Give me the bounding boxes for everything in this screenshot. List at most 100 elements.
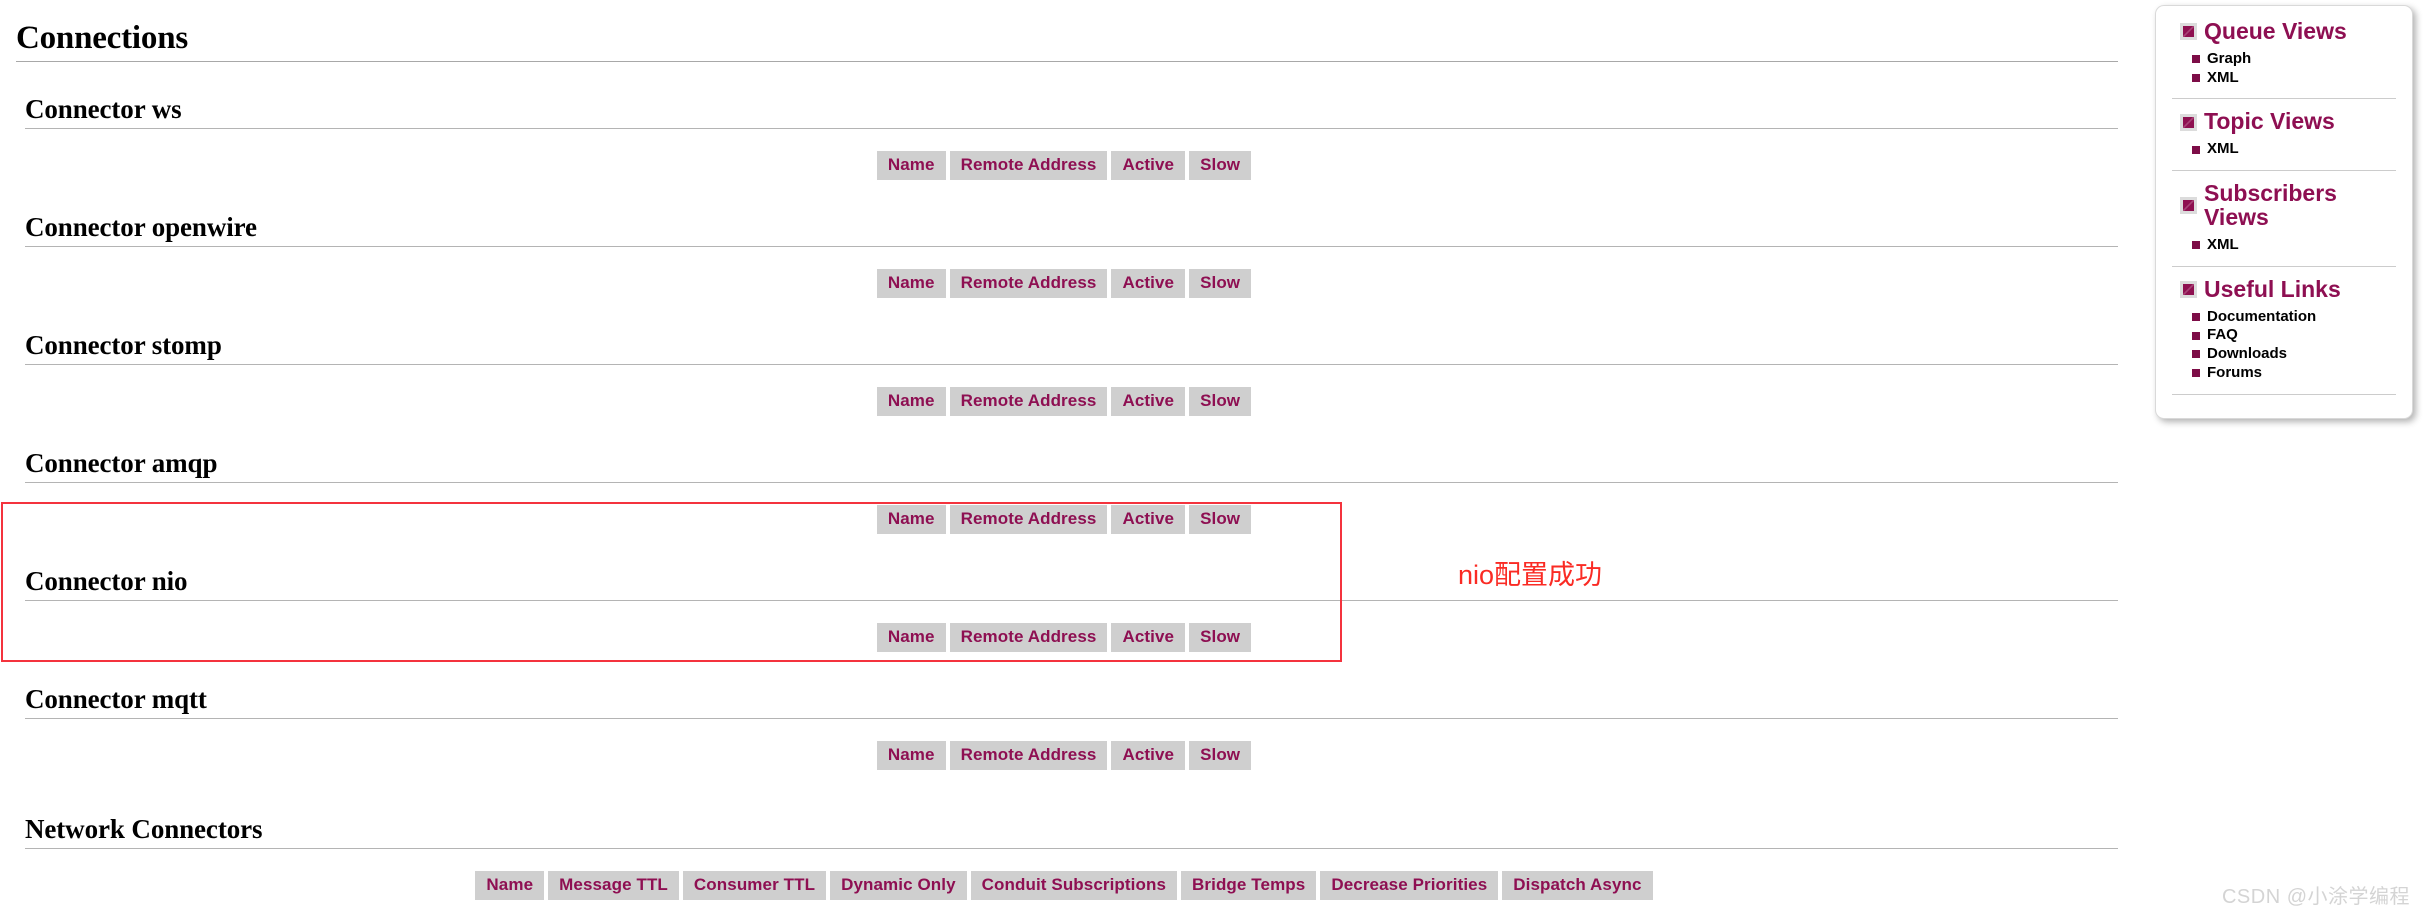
column-header-slow[interactable]: Slow <box>1189 151 1252 180</box>
sidebar-section-topic-views: Topic Views XML <box>2166 109 2402 159</box>
column-header-active[interactable]: Active <box>1111 387 1186 416</box>
column-header-name[interactable]: Name <box>876 151 946 180</box>
sidebar-section-header[interactable]: Topic Views <box>2166 109 2402 134</box>
watermark: CSDN @小涂学编程 <box>2221 886 2410 908</box>
column-header-name[interactable]: Name <box>876 387 946 416</box>
list-item[interactable]: XML <box>2192 69 2402 88</box>
page-title: Connections <box>16 20 188 56</box>
section-square-icon <box>2180 23 2197 41</box>
bullet-square-icon <box>2192 74 2200 83</box>
list-item[interactable]: Forums <box>2192 364 2402 383</box>
column-header-message-ttl[interactable]: Message TTL <box>548 871 679 900</box>
list-item[interactable]: XML <box>2192 236 2402 255</box>
main-content-column: Connections Connector ws Name Remote Add… <box>0 0 2128 919</box>
column-header-bridge-temps[interactable]: Bridge Temps <box>1181 871 1317 900</box>
sidebar-item-list: Graph XML <box>2166 50 2402 88</box>
list-item[interactable]: Downloads <box>2192 345 2402 364</box>
connector-heading-openwire: Connector openwire <box>25 212 257 242</box>
column-header-slow[interactable]: Slow <box>1189 387 1252 416</box>
column-header-name[interactable]: Name <box>876 505 946 534</box>
column-header-name[interactable]: Name <box>876 741 946 770</box>
column-header-remote-address[interactable]: Remote Address <box>949 741 1108 770</box>
column-header-remote-address[interactable]: Remote Address <box>949 269 1108 298</box>
column-header-slow[interactable]: Slow <box>1189 269 1252 298</box>
column-header-remote-address[interactable]: Remote Address <box>949 505 1108 534</box>
sidebar-link-xml[interactable]: XML <box>2207 69 2239 88</box>
column-header-active[interactable]: Active <box>1111 505 1186 534</box>
column-header-remote-address[interactable]: Remote Address <box>949 151 1108 180</box>
sidebar-separator <box>2172 393 2396 395</box>
sidebar-link-downloads[interactable]: Downloads <box>2207 345 2287 364</box>
connections-table-amqp: Name Remote Address Active Slow <box>873 505 1255 534</box>
annotation-label: nio配置成功 <box>1458 560 1603 590</box>
column-header-slow[interactable]: Slow <box>1189 505 1252 534</box>
connections-table-nio: Name Remote Address Active Slow <box>873 623 1255 652</box>
connections-table-wrap-stomp: Name Remote Address Active Slow <box>0 387 2128 416</box>
connections-table-wrap-mqtt: Name Remote Address Active Slow <box>0 741 2128 770</box>
column-header-dynamic-only[interactable]: Dynamic Only <box>830 871 967 900</box>
bullet-square-icon <box>2192 331 2200 340</box>
sidebar-link-xml[interactable]: XML <box>2207 236 2239 255</box>
table-header-row: Name Remote Address Active Slow <box>876 741 1252 770</box>
column-header-conduit-subscriptions[interactable]: Conduit Subscriptions <box>970 871 1178 900</box>
column-header-consumer-ttl[interactable]: Consumer TTL <box>682 871 827 900</box>
column-header-remote-address[interactable]: Remote Address <box>949 623 1108 652</box>
connections-table-ws: Name Remote Address Active Slow <box>873 151 1255 180</box>
column-header-slow[interactable]: Slow <box>1189 623 1252 652</box>
sidebar-link-forums[interactable]: Forums <box>2207 364 2262 383</box>
sidebar-link-faq[interactable]: FAQ <box>2207 326 2238 345</box>
bullet-square-icon <box>2192 145 2200 154</box>
list-item[interactable]: XML <box>2192 140 2402 159</box>
column-header-name[interactable]: Name <box>876 269 946 298</box>
list-item[interactable]: FAQ <box>2192 326 2402 345</box>
sidebar-link-xml[interactable]: XML <box>2207 140 2239 159</box>
column-header-name[interactable]: Name <box>475 871 545 900</box>
list-item[interactable]: Documentation <box>2192 308 2402 327</box>
table-header-row: Name Remote Address Active Slow <box>876 623 1252 652</box>
sidebar-section-header[interactable]: Queue Views <box>2166 19 2402 44</box>
connector-heading-nio: Connector nio <box>25 566 188 596</box>
network-connectors-table: Name Message TTL Consumer TTL Dynamic On… <box>471 871 1656 900</box>
sidebar-section-header[interactable]: Useful Links <box>2166 275 2402 302</box>
section-square-icon <box>2180 197 2197 215</box>
bullet-square-icon <box>2192 369 2200 378</box>
bullet-square-icon <box>2192 241 2200 250</box>
column-header-active[interactable]: Active <box>1111 151 1186 180</box>
sidebar-separator <box>2172 265 2396 267</box>
sidebar-section-header[interactable]: Subscribers Views <box>2166 181 2402 230</box>
column-header-active[interactable]: Active <box>1111 741 1186 770</box>
column-header-active[interactable]: Active <box>1111 269 1186 298</box>
connector-heading-stomp: Connector stomp <box>25 330 222 360</box>
table-header-row: Name Remote Address Active Slow <box>876 505 1252 534</box>
list-item[interactable]: Graph <box>2192 50 2402 69</box>
connector-heading-ws: Connector ws <box>25 94 182 124</box>
sidebar-item-list: Documentation FAQ Downloads Forums <box>2166 308 2402 383</box>
column-header-slow[interactable]: Slow <box>1189 741 1252 770</box>
sidebar-item-list: XML <box>2166 236 2402 255</box>
table-header-row: Name Message TTL Consumer TTL Dynamic On… <box>475 871 1653 900</box>
column-header-decrease-priorities[interactable]: Decrease Priorities <box>1320 871 1499 900</box>
sidebar-section-title: Useful Links <box>2204 275 2341 302</box>
sidebar-section-useful-links: Useful Links Documentation FAQ Downloads… <box>2166 275 2402 383</box>
connections-table-wrap-ws: Name Remote Address Active Slow <box>0 151 2128 180</box>
network-connectors-table-wrap: Name Message TTL Consumer TTL Dynamic On… <box>0 871 2128 900</box>
table-header-row: Name Remote Address Active Slow <box>876 387 1252 416</box>
top-spacer <box>0 0 2128 22</box>
sidebar-link-graph[interactable]: Graph <box>2207 50 2251 69</box>
column-header-name[interactable]: Name <box>876 623 946 652</box>
network-connectors-title: Network Connectors <box>25 814 263 844</box>
sidebar-separator <box>2172 98 2396 100</box>
column-header-remote-address[interactable]: Remote Address <box>949 387 1108 416</box>
sidebar-link-documentation[interactable]: Documentation <box>2207 308 2316 327</box>
column-header-active[interactable]: Active <box>1111 623 1186 652</box>
section-square-icon <box>2180 113 2197 131</box>
column-header-dispatch-async[interactable]: Dispatch Async <box>1502 871 1653 900</box>
